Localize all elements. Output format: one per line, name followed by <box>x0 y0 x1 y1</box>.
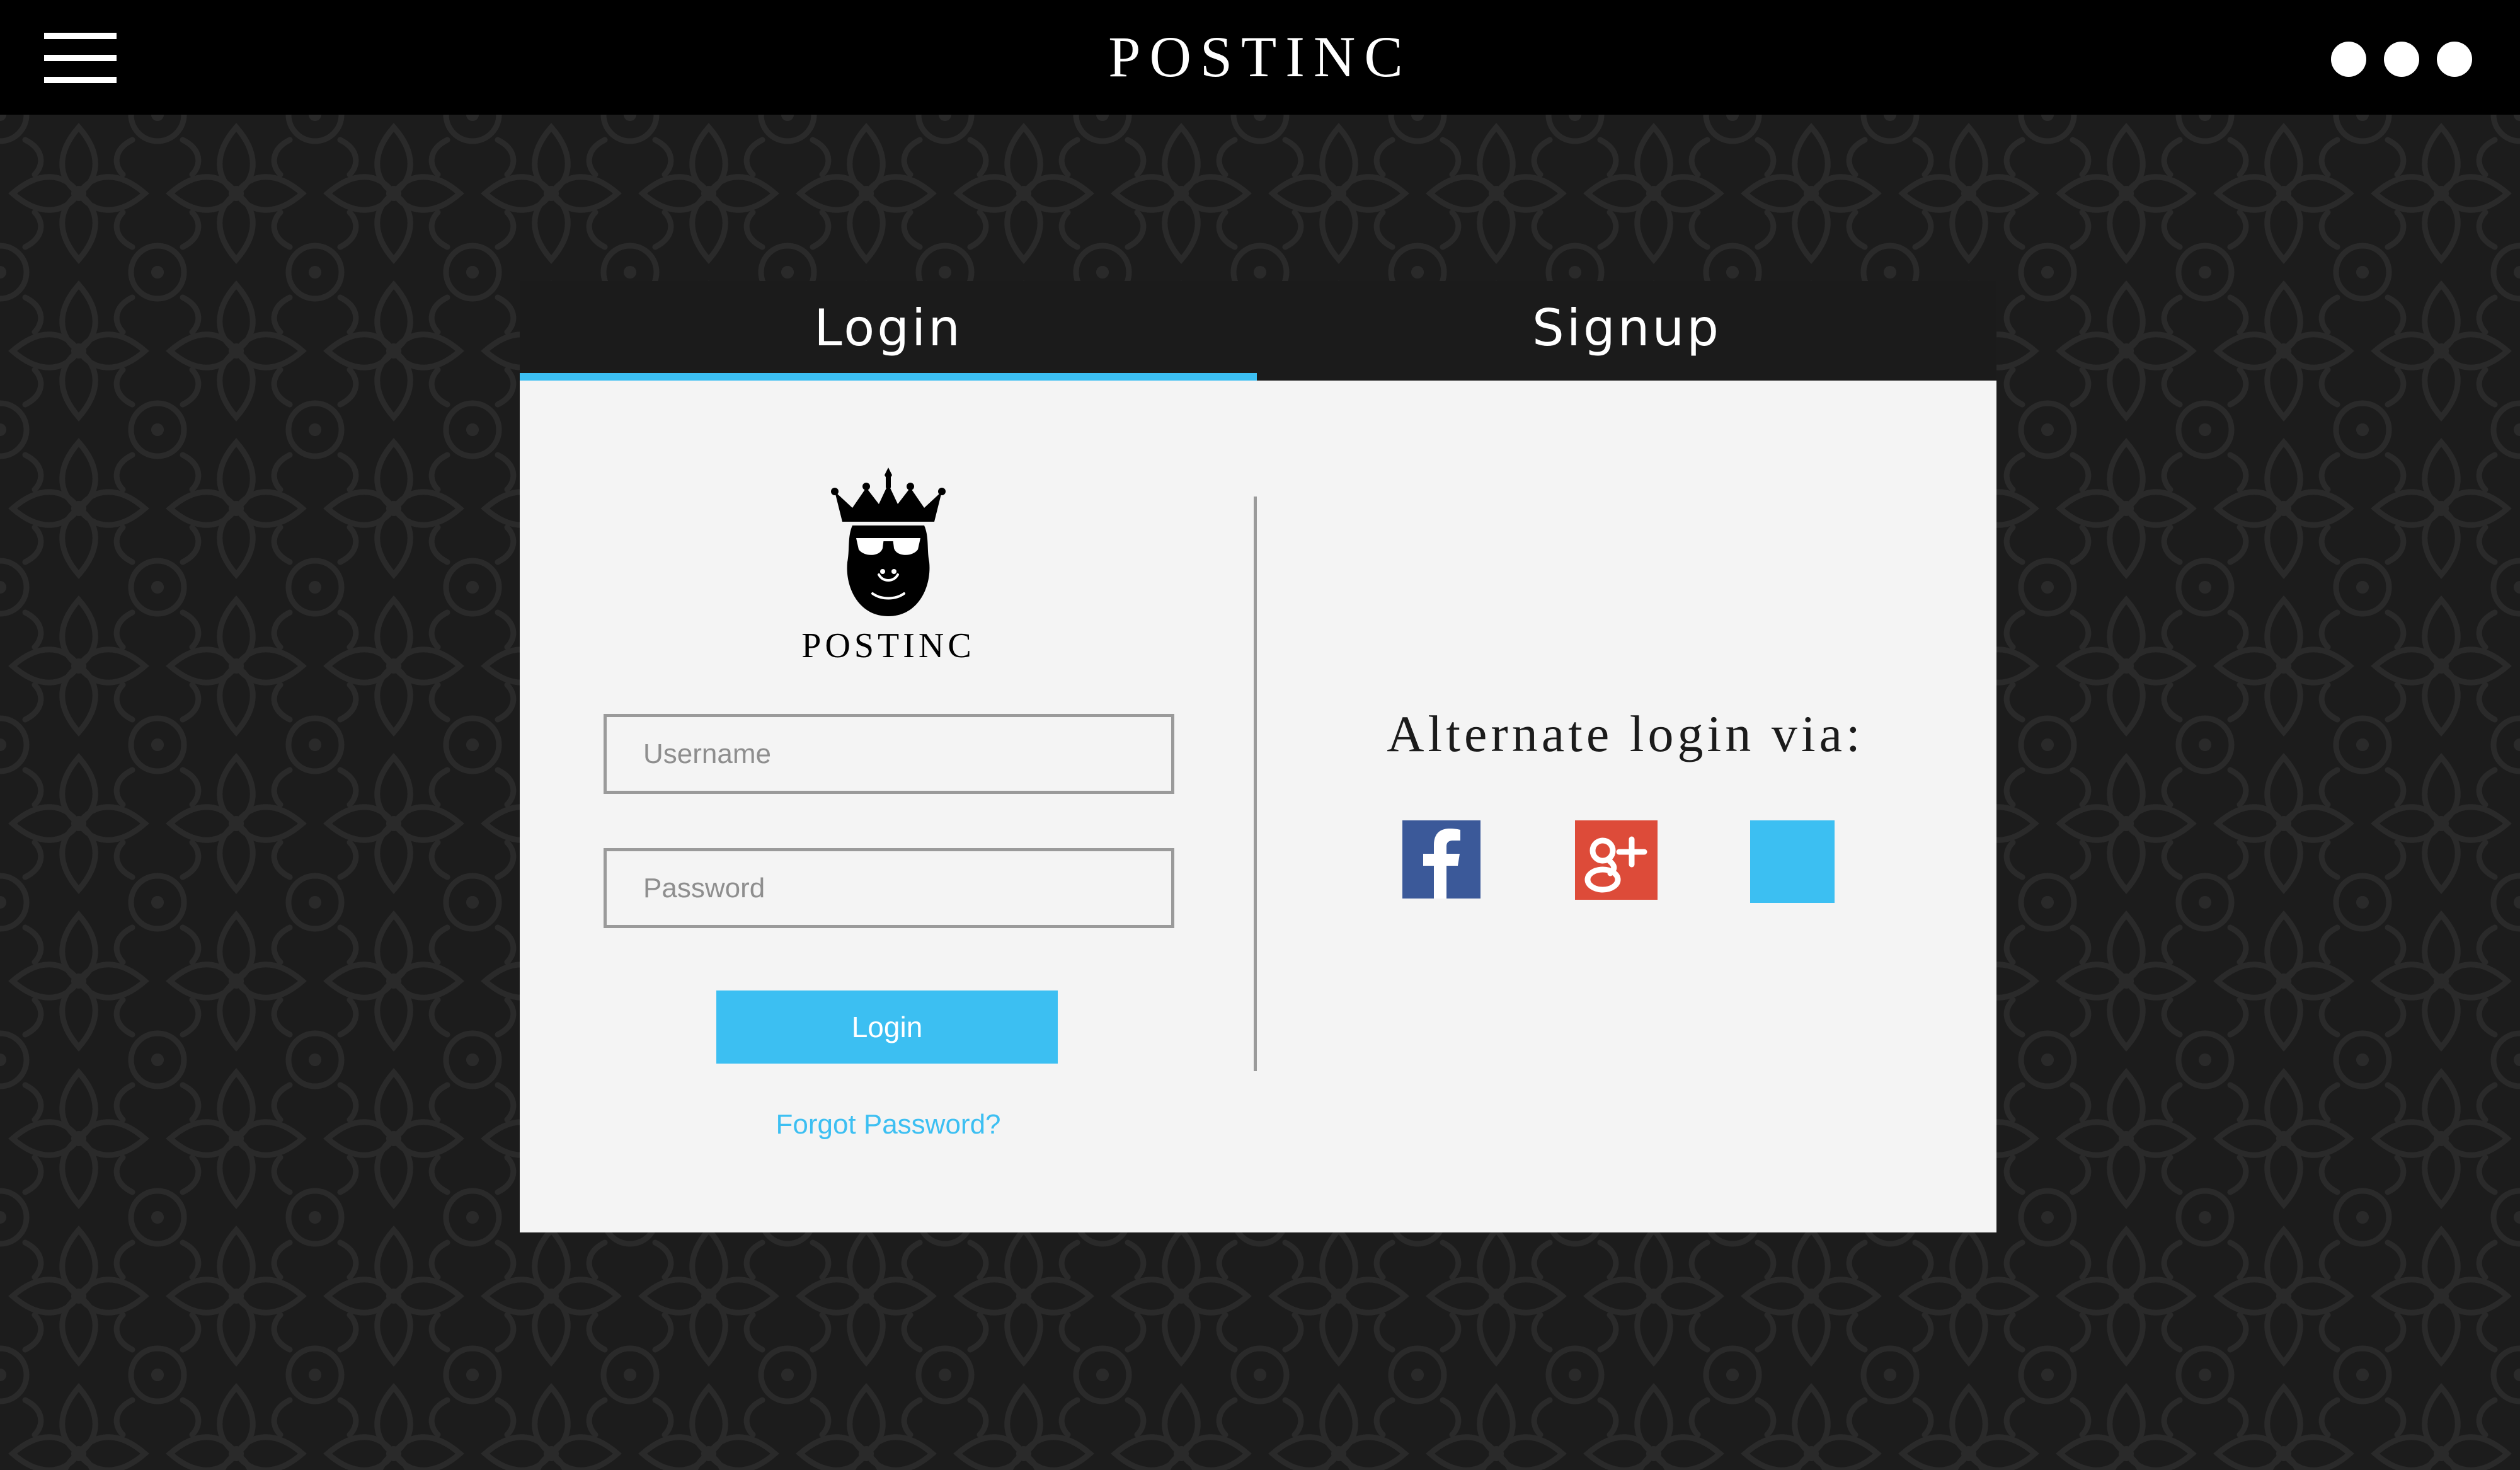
google-plus-icon[interactable] <box>1575 820 1658 900</box>
tab-signup[interactable]: Signup <box>1257 281 1996 381</box>
login-button[interactable]: Login <box>716 991 1058 1064</box>
google-plus-glyph <box>1584 836 1647 893</box>
active-tab-indicator <box>520 373 1257 381</box>
top-bar: POSTINC <box>0 0 2520 115</box>
crowned-gorilla-logo <box>831 468 946 616</box>
forgot-password-link[interactable]: Forgot Password? <box>687 1106 1090 1144</box>
more-dots-icon[interactable] <box>2331 42 2473 77</box>
facebook-f-glyph <box>1423 829 1460 899</box>
brand-title: POSTINC <box>1108 25 1412 89</box>
tab-login[interactable]: Login <box>520 281 1257 381</box>
auth-panel <box>520 381 1996 1232</box>
password-input[interactable] <box>604 848 1174 928</box>
username-input[interactable] <box>604 714 1174 794</box>
vertical-divider <box>1254 497 1257 1071</box>
twitter-icon[interactable] <box>1750 820 1835 903</box>
hamburger-menu-icon[interactable] <box>44 33 117 83</box>
alternate-login-title: Alternate login via: <box>1387 705 1864 762</box>
logo-wordmark: POSTINC <box>801 626 975 665</box>
facebook-icon[interactable] <box>1402 820 1480 899</box>
auth-tabs: Login Signup <box>520 281 1996 381</box>
login-page: POSTINC Login Signup POSTINC Username Lo… <box>0 0 2520 1470</box>
